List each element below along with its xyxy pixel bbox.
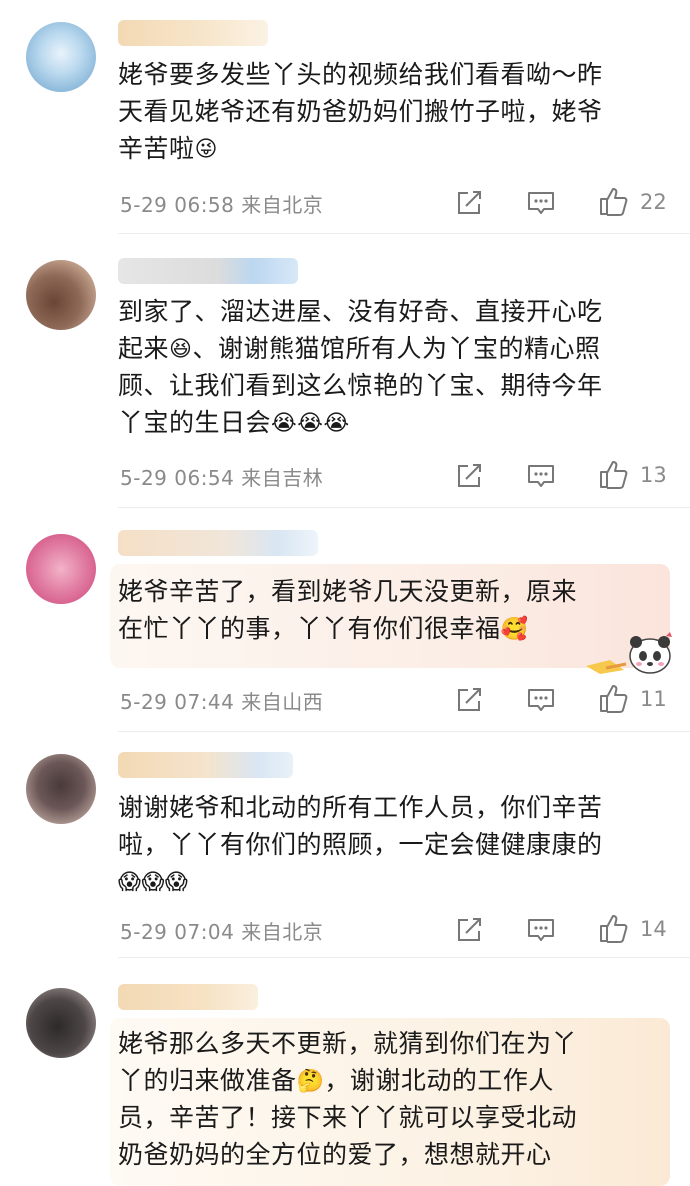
comment-line: 姥爷那么多天不更新，就猜到你们在为丫	[118, 1029, 578, 1058]
comment-item: 到家了、溜达进屋、没有好奇、直接开心吃 起来😆、谢谢熊猫馆所有人为丫宝的精心照 …	[0, 234, 690, 508]
moved-face-icon: 😭	[271, 411, 298, 436]
avatar[interactable]	[26, 22, 96, 92]
cheer-face-icon: 😱	[164, 870, 189, 895]
cheer-face-icon: 😱	[118, 870, 142, 895]
comment-line: ，谢谢北动的工作人	[324, 1066, 554, 1095]
comment-item: 谢谢姥爷和北动的所有工作人员，你们辛苦 啦，丫丫有你们的照顾，一定会健健康康的 …	[0, 732, 690, 958]
thinking-face-icon: 🤔	[296, 1069, 325, 1094]
avatar[interactable]	[26, 534, 96, 604]
love-face-icon: 🥰	[500, 617, 529, 642]
comment-line: 啦，丫丫有你们的照顾，一定会健健康康的	[118, 830, 603, 859]
comment-meta: 5-29 07:04 来自北京	[120, 916, 323, 945]
comment-text: 谢谢姥爷和北动的所有工作人员，你们辛苦 啦，丫丫有你们的照顾，一定会健健康康的 …	[118, 789, 678, 900]
comment-icon[interactable]	[526, 915, 556, 945]
share-icon[interactable]	[454, 188, 484, 218]
comment-meta: 5-29 06:54 来自吉林	[120, 462, 323, 491]
comment-line: 丫宝的生日会	[118, 408, 272, 437]
comment-line: 天看见姥爷还有奶爸奶妈们搬竹子啦，姥爷	[118, 97, 603, 126]
moved-face-icon: 😭	[297, 411, 324, 436]
username-blurred[interactable]	[118, 984, 258, 1010]
comment-line: 起来	[118, 334, 170, 363]
avatar[interactable]	[26, 754, 96, 824]
comment-text: 到家了、溜达进屋、没有好奇、直接开心吃 起来😆、谢谢熊猫馆所有人为丫宝的精心照 …	[118, 293, 678, 441]
comment-location: 来自北京	[241, 920, 324, 944]
comment-line: 姥爷辛苦了，看到姥爷几天没更新，原来	[118, 577, 578, 606]
like-count: 22	[640, 190, 667, 214]
username-blurred[interactable]	[118, 530, 318, 556]
moved-face-icon: 😭	[323, 411, 350, 436]
comment-icon[interactable]	[526, 188, 556, 218]
comment-icon[interactable]	[526, 685, 556, 715]
comment-line: 姥爷要多发些丫头的视频给我们看看呦～昨	[118, 60, 603, 89]
avatar[interactable]	[26, 260, 96, 330]
like-count: 11	[640, 687, 667, 711]
comment-line: 、谢谢熊猫馆所有人为丫宝的精心照	[192, 334, 601, 363]
share-icon[interactable]	[454, 461, 484, 491]
grinning-face-icon: 😜	[194, 137, 218, 162]
cheer-face-icon: 😱	[141, 870, 165, 895]
comment-item: 姥爷要多发些丫头的视频给我们看看呦～昨 天看见姥爷还有奶爸奶妈们搬竹子啦，姥爷 …	[0, 0, 690, 234]
comment-location: 来自吉林	[241, 466, 324, 490]
comment-line: 员，辛苦了！接下来丫丫就可以享受北动	[118, 1103, 578, 1132]
comment-text: 姥爷那么多天不更新，就猜到你们在为丫 丫的归来做准备🤔，谢谢北动的工作人 员，辛…	[118, 1025, 678, 1173]
comment-date: 5-29 06:58	[120, 193, 235, 217]
avatar[interactable]	[26, 988, 96, 1058]
comment-meta: 5-29 06:58 来自北京	[120, 189, 323, 218]
comment-meta: 5-29 07:44 来自山西	[120, 686, 323, 715]
laughing-face-icon: 😆	[169, 337, 193, 362]
comment-line: 奶爸奶妈的全方位的爱了，想想就开心	[118, 1140, 552, 1169]
comment-item: 姥爷辛苦了，看到姥爷几天没更新，原来 在忙丫丫的事，丫丫有你们很幸福🥰 5-29…	[0, 508, 690, 732]
comment-line: 在忙丫丫的事，丫丫有你们很幸福	[118, 614, 501, 643]
panda-sticker-icon	[580, 626, 676, 678]
share-icon[interactable]	[454, 915, 484, 945]
comment-line: 顾、让我们看到这么惊艳的丫宝、期待今年	[118, 371, 603, 400]
comment-location: 来自北京	[241, 193, 324, 217]
comment-line: 辛苦啦	[118, 134, 195, 163]
comment-line: 到家了、溜达进屋、没有好奇、直接开心吃	[118, 297, 603, 326]
like-count: 14	[640, 917, 667, 941]
like-icon[interactable]	[598, 459, 628, 489]
like-icon[interactable]	[598, 683, 628, 713]
like-count: 13	[640, 463, 667, 487]
comment-item: 姥爷那么多天不更新，就猜到你们在为丫 丫的归来做准备🤔，谢谢北动的工作人 员，辛…	[0, 958, 690, 1186]
comment-icon[interactable]	[526, 461, 556, 491]
like-icon[interactable]	[598, 913, 628, 943]
comment-line: 丫的归来做准备	[118, 1066, 297, 1095]
comment-location: 来自山西	[241, 690, 324, 714]
like-icon[interactable]	[598, 186, 628, 216]
username-blurred[interactable]	[118, 258, 298, 284]
comment-date: 5-29 07:44	[120, 690, 235, 714]
username-blurred[interactable]	[118, 20, 268, 46]
comment-line: 谢谢姥爷和北动的所有工作人员，你们辛苦	[118, 793, 603, 822]
comment-date: 5-29 06:54	[120, 466, 235, 490]
share-icon[interactable]	[454, 685, 484, 715]
comment-text: 姥爷要多发些丫头的视频给我们看看呦～昨 天看见姥爷还有奶爸奶妈们搬竹子啦，姥爷 …	[118, 56, 678, 167]
username-blurred[interactable]	[118, 752, 293, 778]
comment-date: 5-29 07:04	[120, 920, 235, 944]
